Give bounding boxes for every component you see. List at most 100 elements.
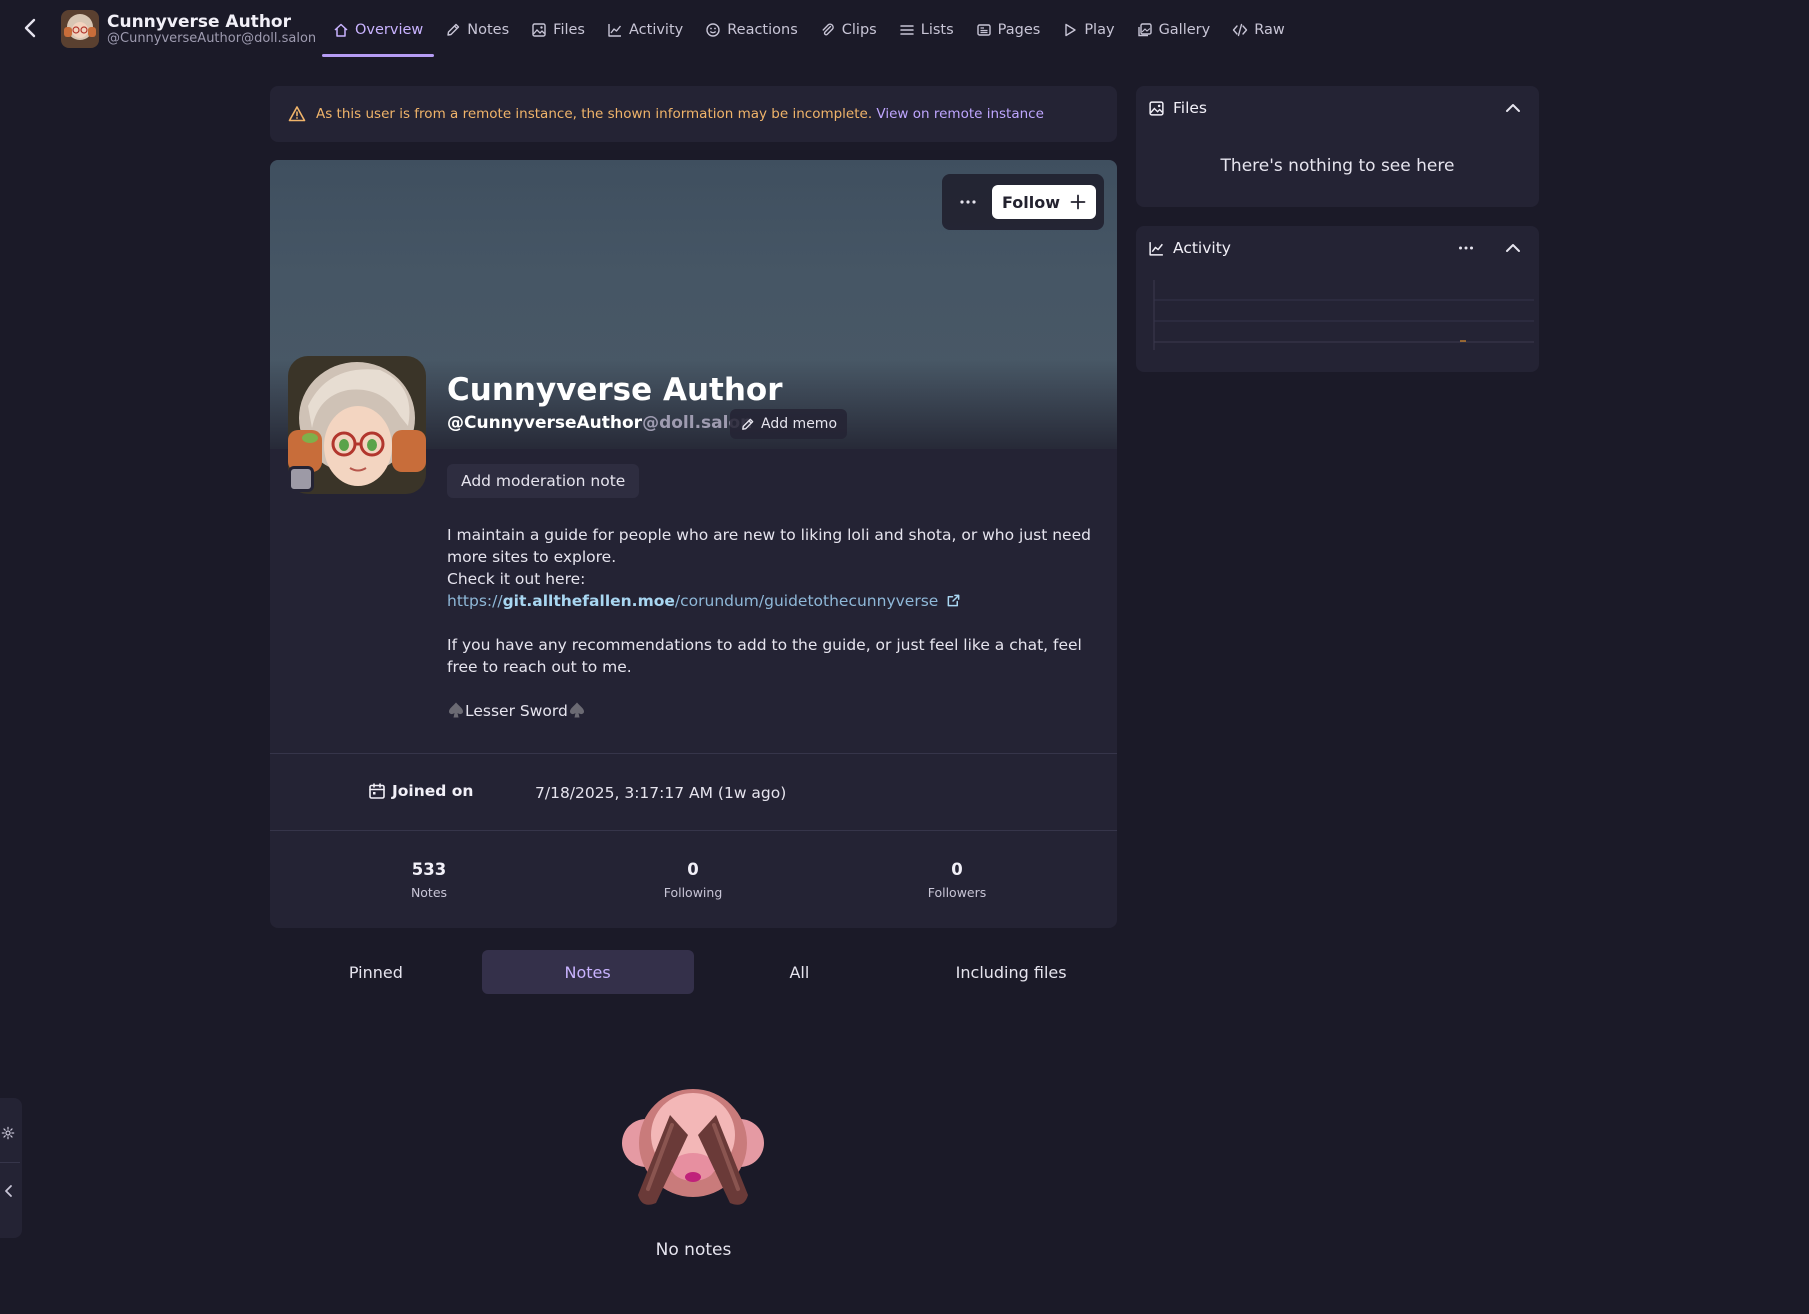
empty-state-illustration bbox=[620, 1085, 766, 1215]
header-avatar[interactable] bbox=[61, 10, 99, 48]
tab-label: Gallery bbox=[1158, 22, 1211, 38]
notes-filter-tabs: Pinned Notes All Including files bbox=[270, 950, 1117, 994]
tab-including-files[interactable]: Including files bbox=[905, 950, 1117, 994]
spade-emoji-icon bbox=[449, 702, 463, 718]
chevron-left-icon bbox=[4, 1185, 12, 1197]
widget-header: Files bbox=[1136, 86, 1539, 130]
list-icon bbox=[899, 25, 914, 35]
profile-tabs: Overview Notes Files Activity Reactions … bbox=[322, 0, 1296, 60]
external-link-icon bbox=[947, 594, 960, 607]
tab-activity[interactable]: Activity bbox=[596, 0, 694, 60]
tab-label: Reactions bbox=[727, 22, 798, 38]
tab-label: Files bbox=[553, 22, 585, 38]
spade-emoji-icon bbox=[569, 702, 584, 718]
joined-value: 7/18/2025, 3:17:17 AM (1w ago) bbox=[535, 784, 787, 802]
joined-label-text: Joined on bbox=[392, 782, 474, 800]
tab-pages[interactable]: Pages bbox=[965, 0, 1052, 60]
files-widget: Files There's nothing to see here bbox=[1136, 86, 1539, 207]
dots-icon bbox=[960, 200, 976, 204]
tab-notes-filter[interactable]: Notes bbox=[481, 950, 694, 994]
activity-widget-menu-button[interactable] bbox=[1453, 236, 1479, 260]
follow-button[interactable]: Follow bbox=[992, 185, 1096, 219]
tab-label: Raw bbox=[1254, 22, 1285, 38]
tab-overview[interactable]: Overview bbox=[322, 0, 435, 60]
activity-chart bbox=[1153, 280, 1534, 350]
bio-line: I maintain a guide for people who are ne… bbox=[447, 526, 1091, 566]
joined-label: Joined on bbox=[368, 782, 473, 800]
chevron-up-icon bbox=[1506, 244, 1520, 252]
tab-pinned[interactable]: Pinned bbox=[270, 950, 482, 994]
code-icon bbox=[1233, 23, 1248, 37]
bio-link-domain: git.allthefallen.moe bbox=[502, 592, 675, 610]
bio-link[interactable]: https://git.allthefallen.moe/corundum/gu… bbox=[447, 590, 1097, 612]
plus-icon bbox=[1070, 194, 1086, 210]
online-status-indicator bbox=[288, 466, 314, 492]
widget-title: Files bbox=[1173, 99, 1208, 117]
stat-following[interactable]: 0 Following bbox=[623, 860, 763, 900]
divider bbox=[270, 830, 1117, 831]
add-memo-label: Add memo bbox=[761, 416, 838, 432]
notice-text: As this user is from a remote instance, … bbox=[316, 106, 873, 122]
stat-label: Notes bbox=[410, 885, 448, 900]
profile-menu-button[interactable] bbox=[952, 188, 984, 216]
home-icon bbox=[334, 23, 348, 37]
bio-line: Check it out here: bbox=[447, 570, 586, 588]
add-moderation-note-button[interactable]: Add moderation note bbox=[447, 464, 640, 498]
tab-all[interactable]: All bbox=[694, 950, 906, 994]
chevron-up-icon bbox=[1506, 104, 1520, 112]
chart-line-icon bbox=[608, 24, 622, 37]
bio-link-scheme: https:// bbox=[447, 592, 503, 610]
tab-clips[interactable]: Clips bbox=[809, 0, 888, 60]
tab-label: Play bbox=[1084, 22, 1115, 38]
view-remote-link[interactable]: View on remote instance bbox=[876, 106, 1043, 122]
image-icon bbox=[1149, 100, 1164, 116]
stat-notes[interactable]: 533 Notes bbox=[359, 860, 499, 900]
divider bbox=[270, 753, 1117, 754]
profile-bio: I maintain a guide for people who are ne… bbox=[447, 524, 1097, 722]
header-display-name: Cunnyverse Author bbox=[107, 12, 291, 32]
tab-label: Pages bbox=[997, 22, 1041, 38]
tab-play[interactable]: Play bbox=[1051, 0, 1125, 60]
tab-files[interactable]: Files bbox=[520, 0, 596, 60]
pencil-icon bbox=[742, 418, 754, 430]
tab-reactions[interactable]: Reactions bbox=[694, 0, 809, 60]
settings-gear-button[interactable] bbox=[0, 1124, 16, 1142]
stat-followers[interactable]: 0 Followers bbox=[887, 860, 1027, 900]
collapse-activity-widget-button[interactable] bbox=[1501, 236, 1525, 260]
stat-label: Followers bbox=[927, 885, 987, 900]
tab-notes[interactable]: Notes bbox=[434, 0, 520, 60]
play-icon bbox=[1065, 23, 1077, 37]
mood-smile-icon bbox=[706, 23, 720, 37]
tab-lists[interactable]: Lists bbox=[888, 0, 965, 60]
image-icon bbox=[532, 23, 546, 37]
add-memo-button[interactable]: Add memo bbox=[730, 409, 848, 439]
calendar-icon bbox=[369, 783, 385, 799]
tab-raw[interactable]: Raw bbox=[1221, 0, 1296, 60]
stat-value: 0 bbox=[687, 860, 699, 879]
expand-sidebar-button[interactable] bbox=[0, 1182, 16, 1200]
tab-gallery[interactable]: Gallery bbox=[1126, 0, 1222, 60]
empty-state-text: No notes bbox=[655, 1240, 732, 1260]
stat-label: Following bbox=[663, 885, 723, 900]
profile-username: @CunnyverseAuthor bbox=[447, 413, 643, 433]
profile-acct: @CunnyverseAuthor@doll.salon bbox=[447, 413, 752, 433]
stat-value: 0 bbox=[951, 860, 963, 879]
tab-label: Overview bbox=[355, 22, 424, 38]
stat-value: 533 bbox=[411, 860, 447, 879]
divider bbox=[0, 1162, 20, 1163]
collapse-files-widget-button[interactable] bbox=[1501, 96, 1525, 120]
back-button[interactable] bbox=[18, 16, 42, 40]
paperclip-icon bbox=[822, 23, 834, 36]
pencil-icon bbox=[447, 23, 460, 36]
signature-text: Lesser Sword bbox=[465, 702, 568, 720]
follow-label: Follow bbox=[1001, 192, 1060, 212]
alert-triangle-icon bbox=[288, 106, 306, 122]
bio-line: If you have any recommendations to add t… bbox=[447, 636, 1082, 676]
profile-card: Follow Cunnyverse Author @CunnyverseAuth… bbox=[270, 160, 1117, 928]
tab-label: Notes bbox=[467, 22, 510, 38]
photos-icon bbox=[1137, 23, 1152, 37]
tab-label: Activity bbox=[629, 22, 684, 38]
widget-empty-text: There's nothing to see here bbox=[1220, 156, 1455, 176]
dots-icon bbox=[1459, 246, 1473, 250]
header-account: @CunnyverseAuthor@doll.salon bbox=[107, 31, 317, 46]
